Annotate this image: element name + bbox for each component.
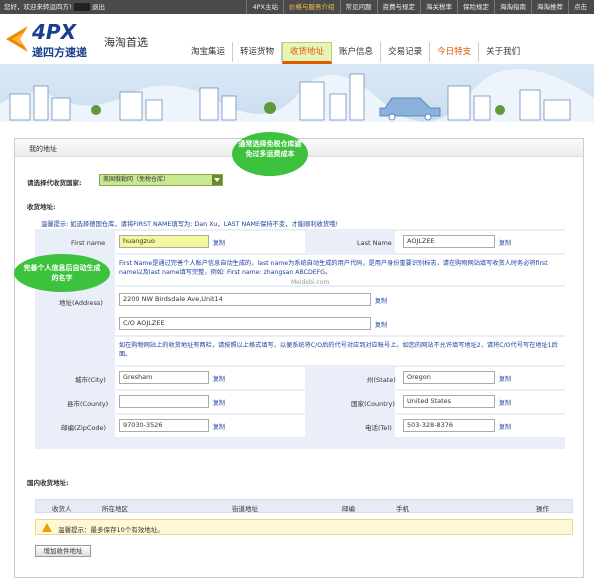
- nav-taobao[interactable]: 淘宝集运: [184, 42, 234, 62]
- logo-mark-icon: [6, 26, 28, 52]
- copy-tel-link[interactable]: 复制: [499, 422, 511, 431]
- address-section-label: 收货地址:: [27, 203, 56, 211]
- welcome-text: 您好，欢迎来转运四方! 退出: [4, 3, 106, 11]
- address-line1-field[interactable]: 2200 NW Birdsdale Ave,Unit14: [119, 293, 371, 306]
- site-header: 4PX 递四方速递 海淘首选 淘宝集运 转运货物 收货地址 账户信息 交易记录 …: [0, 14, 594, 64]
- top-link-click[interactable]: 点击: [568, 0, 592, 14]
- address-label: 地址(Address): [59, 299, 103, 307]
- first-name-field[interactable]: huangzuo: [119, 235, 209, 248]
- col-street: 街道地址: [232, 505, 258, 513]
- nav-forward[interactable]: 转运货物: [233, 42, 283, 62]
- watermark: Meidebi.com: [291, 279, 330, 286]
- chevron-down-icon[interactable]: [212, 175, 222, 185]
- zip-label: 邮编(ZipCode): [61, 424, 107, 432]
- annotation-bubble-country: 通常选择免税仓库避免过多运费成本: [232, 132, 308, 176]
- copy-country-link[interactable]: 复制: [499, 398, 511, 407]
- address-line2-field[interactable]: C/O AOJLZEE: [119, 317, 371, 330]
- address-notice: 如在购物网站上的收货地址有两栏，请按照以上格式填写，以便系统将C/O后的代号对应…: [119, 342, 558, 358]
- col-mobile: 手机: [396, 505, 409, 513]
- city-skyline-illustration: [0, 68, 594, 122]
- first-name-label: First name: [71, 239, 106, 247]
- address-panel: 我的地址 请选择代收货国家: 美国俄勒冈（免税仓库） 收货地址: 温馨提示: 如…: [14, 138, 584, 578]
- logo-subtitle: 递四方速递: [32, 46, 87, 59]
- col-region: 所在地区: [102, 505, 128, 513]
- logo-brand: 4PX: [32, 20, 76, 44]
- tel-field[interactable]: 503-328-8376: [403, 419, 495, 432]
- county-label: 县市(County): [67, 400, 109, 408]
- country-label: 国家(Country): [351, 400, 395, 408]
- tip-text: 温馨提示: 如选择德国仓库，请将FIRST NAME填写为: Dan Xu，LA…: [41, 221, 339, 228]
- city-banner: [0, 64, 594, 122]
- top-link-price[interactable]: 价格与服务介绍: [283, 0, 340, 14]
- zip-field[interactable]: 97030-3526: [119, 419, 209, 432]
- col-receiver: 收货人: [52, 505, 72, 513]
- nav-address[interactable]: 收货地址: [282, 42, 333, 64]
- nav-account[interactable]: 账户信息: [332, 42, 382, 62]
- country-select-label: 请选择代收货国家:: [27, 179, 82, 187]
- last-name-label: Last Name: [357, 239, 392, 247]
- annotation-bubble-name: 完善个人信息后自动生成的名字: [14, 254, 110, 292]
- country-select[interactable]: 美国俄勒冈（免税仓库）: [99, 174, 223, 186]
- top-link-tax[interactable]: 海关税率: [420, 0, 457, 14]
- copy-state-link[interactable]: 复制: [499, 374, 511, 383]
- name-notice: First Name是通过完善个人账户信息自动生成的，last name为系统自…: [119, 260, 548, 276]
- top-link-insurance[interactable]: 保险规定: [457, 0, 494, 14]
- state-field[interactable]: Oregon: [403, 371, 495, 384]
- tel-label: 电话(Tel): [365, 424, 392, 432]
- copy-city-link[interactable]: 复制: [213, 374, 225, 383]
- copy-address2-link[interactable]: 复制: [375, 320, 387, 329]
- nav-about[interactable]: 关于我们: [479, 42, 527, 62]
- address-form-grid: First name huangzuo 复制 Last Name AOJLZEE…: [35, 229, 565, 449]
- last-name-field[interactable]: AOJLZEE: [403, 235, 495, 248]
- logo[interactable]: 4PX 递四方速递: [6, 20, 96, 60]
- warning-icon: [42, 523, 52, 532]
- panel-title: 我的地址: [29, 145, 57, 153]
- top-link-main[interactable]: 4PX主站: [246, 0, 283, 14]
- city-label: 城市(City): [75, 376, 106, 384]
- copy-first-name-link[interactable]: 复制: [213, 238, 225, 247]
- nav-transactions[interactable]: 交易记录: [381, 42, 431, 62]
- country-select-value: 美国俄勒冈（免税仓库）: [103, 176, 170, 183]
- slogan: 海淘首选: [104, 36, 148, 49]
- copy-last-name-link[interactable]: 复制: [499, 238, 511, 247]
- add-address-button[interactable]: 增加收件地址: [35, 545, 91, 557]
- copy-zip-link[interactable]: 复制: [213, 422, 225, 431]
- col-actions: 操作: [536, 505, 549, 513]
- copy-address1-link[interactable]: 复制: [375, 296, 387, 305]
- domestic-table-header: 收货人 所在地区 街道地址 邮编 手机 操作: [35, 499, 573, 513]
- domestic-notice-text: 温馨提示：最多保存10个有效地址。: [58, 526, 164, 534]
- top-link-guide[interactable]: 海淘指南: [494, 0, 531, 14]
- country-field[interactable]: United States: [403, 395, 495, 408]
- state-label: 州(State): [367, 376, 396, 384]
- county-field[interactable]: [119, 395, 209, 408]
- top-bar: 您好，欢迎来转运四方! 退出 4PX主站 价格与服务介绍 常见问题 资费与规定 …: [0, 0, 594, 14]
- city-field[interactable]: Gresham: [119, 371, 209, 384]
- main-nav: 淘宝集运 转运货物 收货地址 账户信息 交易记录 今日特支 关于我们: [184, 42, 527, 64]
- domestic-title: 国内收货地址:: [27, 479, 69, 487]
- nav-today[interactable]: 今日特支: [430, 42, 480, 62]
- top-link-faq[interactable]: 常见问题: [339, 0, 377, 14]
- copy-county-link[interactable]: 复制: [213, 398, 225, 407]
- top-links: 4PX主站 价格与服务介绍 常见问题 资费与规定 海关税率 保险规定 海淘指南 …: [246, 0, 592, 14]
- col-zip: 邮编: [342, 505, 355, 513]
- logout-link[interactable]: 退出: [92, 3, 105, 11]
- domestic-notice: 温馨提示：最多保存10个有效地址。: [35, 519, 573, 535]
- top-link-fees[interactable]: 资费与规定: [376, 0, 421, 14]
- top-link-recommend[interactable]: 海淘推荐: [531, 0, 568, 14]
